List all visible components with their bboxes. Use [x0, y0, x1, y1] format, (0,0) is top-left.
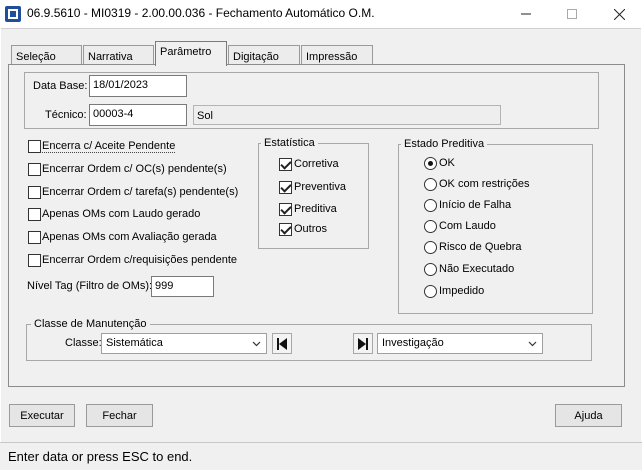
- close-button[interactable]: [596, 0, 642, 28]
- radio-label: Risco de Quebra: [439, 241, 522, 253]
- radio-label: Impedido: [439, 285, 485, 297]
- nivel-tag-input[interactable]: 999: [151, 276, 214, 297]
- first-record-button[interactable]: [272, 333, 292, 354]
- option-label: Apenas OMs com Laudo gerado: [42, 208, 201, 220]
- estatistica-outros[interactable]: Outros: [279, 222, 364, 238]
- radio-label: Não Executado: [439, 263, 515, 275]
- option-label: Apenas OMs com Avaliação gerada: [42, 231, 217, 243]
- data-base-label: Data Base:: [33, 80, 88, 92]
- estado-risco-quebra[interactable]: Risco de Quebra: [424, 241, 584, 257]
- radio[interactable]: [424, 285, 437, 298]
- close-icon: [613, 8, 625, 20]
- skip-last-icon: [358, 337, 368, 350]
- minimize-button[interactable]: [503, 0, 549, 28]
- checkbox-label: Preventiva: [294, 181, 346, 193]
- radio[interactable]: [424, 220, 437, 233]
- radio-label: Com Laudo: [439, 220, 496, 232]
- classe-to-select[interactable]: Investigação: [377, 333, 543, 354]
- radio[interactable]: [424, 178, 437, 191]
- estado-impedido[interactable]: Impedido: [424, 285, 584, 301]
- tab-digitacao[interactable]: Digitação: [228, 45, 300, 65]
- fechar-button[interactable]: Fechar: [86, 404, 153, 427]
- tab-label: Parâmetro: [160, 46, 212, 58]
- checkbox-checked[interactable]: [279, 181, 292, 194]
- estado-inicio-falha[interactable]: Início de Falha: [424, 199, 584, 215]
- last-record-button[interactable]: [353, 333, 373, 354]
- tab-label: Seleção: [16, 51, 56, 63]
- radio[interactable]: [424, 199, 437, 212]
- tecnico-input[interactable]: 00003-4: [89, 104, 187, 126]
- estatistica-corretiva[interactable]: Corretiva: [279, 157, 364, 173]
- chevron-down-icon: [252, 341, 261, 347]
- tab-label: Impressão: [306, 51, 358, 63]
- tecnico-name-field: Sol: [193, 105, 501, 125]
- classe-from-select[interactable]: Sistemática: [101, 333, 267, 354]
- radio[interactable]: [424, 241, 437, 254]
- radio[interactable]: [424, 263, 437, 276]
- window-title: 06.9.5610 - MI0319 - 2.00.00.036 - Fecha…: [27, 6, 375, 20]
- radio-label: OK: [439, 157, 455, 169]
- option-apenas-avaliacao[interactable]: Apenas OMs com Avaliação gerada: [28, 230, 278, 246]
- option-apenas-laudo[interactable]: Apenas OMs com Laudo gerado: [28, 207, 278, 223]
- estatistica-title: Estatística: [261, 137, 318, 149]
- option-encerra-aceite-pendente[interactable]: Encerra c/ Aceite Pendente: [28, 139, 278, 155]
- classe-label: Classe:: [65, 337, 102, 349]
- checkbox[interactable]: [28, 254, 41, 267]
- ajuda-button[interactable]: Ajuda: [555, 404, 622, 427]
- app-logo-icon: [5, 6, 21, 22]
- option-label: Encerrar Ordem c/requisições pendente: [42, 254, 238, 266]
- checkbox[interactable]: [28, 163, 41, 176]
- tab-parametro[interactable]: Parâmetro: [155, 41, 227, 66]
- tecnico-label: Técnico:: [45, 109, 87, 121]
- classe-to-value: Investigação: [382, 337, 444, 349]
- checkbox-checked[interactable]: [279, 158, 292, 171]
- option-label: Encerrar Ordem c/ OC(s) pendente(s): [42, 163, 227, 175]
- checkbox-checked[interactable]: [279, 203, 292, 216]
- tab-narrativa[interactable]: Narrativa: [83, 45, 154, 65]
- checkbox[interactable]: [28, 140, 41, 153]
- estatistica-preditiva[interactable]: Preditiva: [279, 202, 364, 218]
- option-label: Encerra c/ Aceite Pendente: [42, 140, 176, 153]
- estado-nao-executado[interactable]: Não Executado: [424, 263, 584, 279]
- option-encerrar-oc-pendente[interactable]: Encerrar Ordem c/ OC(s) pendente(s): [28, 162, 278, 178]
- estatistica-preventiva[interactable]: Preventiva: [279, 180, 364, 196]
- radio-label: OK com restrições: [439, 178, 530, 190]
- checkbox-label: Corretiva: [294, 158, 339, 170]
- estado-preditiva-title: Estado Preditiva: [401, 138, 488, 150]
- minimize-icon: [521, 13, 531, 15]
- status-text: Enter data or press ESC to end.: [8, 449, 193, 464]
- checkbox[interactable]: [28, 186, 41, 199]
- nivel-tag-label: Nível Tag (Filtro de OMs):: [27, 280, 153, 292]
- tab-impressao[interactable]: Impressão: [301, 45, 373, 65]
- checkbox-label: Outros: [294, 223, 328, 235]
- estado-ok-restricoes[interactable]: OK com restrições: [424, 178, 584, 194]
- checkbox-checked[interactable]: [279, 223, 292, 236]
- estado-com-laudo[interactable]: Com Laudo: [424, 220, 584, 236]
- classe-from-value: Sistemática: [106, 337, 163, 349]
- executar-button[interactable]: Executar: [9, 404, 75, 427]
- checkbox[interactable]: [28, 208, 41, 221]
- option-encerrar-requisicoes[interactable]: Encerrar Ordem c/requisições pendente: [28, 253, 278, 269]
- option-encerrar-tarefa-pendente[interactable]: Encerrar Ordem c/ tarefa(s) pendente(s): [28, 185, 278, 201]
- maximize-button[interactable]: [549, 0, 595, 28]
- radio-label: Início de Falha: [439, 199, 512, 211]
- skip-first-icon: [277, 337, 287, 350]
- option-label: Encerrar Ordem c/ tarefa(s) pendente(s): [42, 186, 239, 198]
- radio-selected[interactable]: [424, 157, 437, 170]
- checkbox[interactable]: [28, 231, 41, 244]
- estado-ok[interactable]: OK: [424, 157, 584, 173]
- data-base-input[interactable]: 18/01/2023: [89, 75, 187, 97]
- chevron-down-icon: [528, 341, 537, 347]
- tab-selecao[interactable]: Seleção: [11, 45, 82, 65]
- checkbox-label: Preditiva: [294, 203, 337, 215]
- classe-manutencao-title: Classe de Manutenção: [31, 318, 150, 330]
- tab-label: Digitação: [233, 51, 279, 63]
- maximize-icon: [567, 9, 577, 19]
- tab-label: Narrativa: [88, 51, 133, 63]
